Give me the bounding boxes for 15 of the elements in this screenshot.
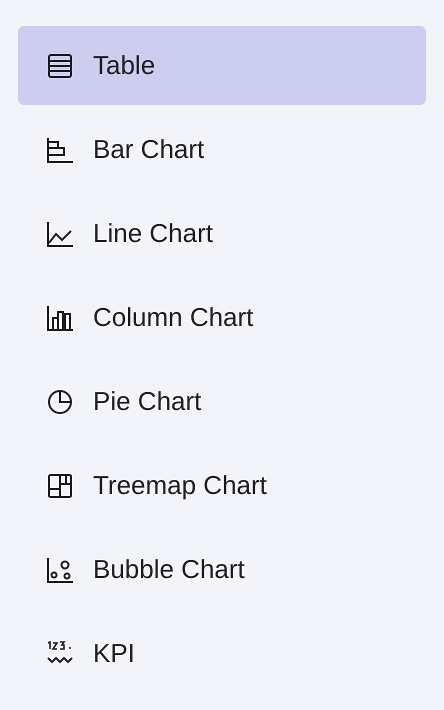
table-icon xyxy=(46,52,74,80)
menu-item[interactable]: Column Chart xyxy=(18,278,426,357)
menu-item[interactable]: Treemap Chart xyxy=(18,446,426,525)
treemap-icon xyxy=(46,472,74,500)
menu-item[interactable]: Bubble Chart xyxy=(18,530,426,609)
menu-item[interactable]: KPI xyxy=(18,614,426,693)
menu-item[interactable]: Bar Chart xyxy=(18,110,426,189)
menu-item[interactable]: Line Chart xyxy=(18,194,426,273)
line-chart-icon xyxy=(46,220,74,248)
menu-item[interactable]: Table xyxy=(18,26,426,105)
pie-chart-icon xyxy=(46,388,74,416)
menu-item[interactable]: Pie Chart xyxy=(18,362,426,441)
column-chart-icon xyxy=(46,304,74,332)
bubble-chart-icon xyxy=(46,556,74,584)
bar-chart-icon xyxy=(46,136,74,164)
